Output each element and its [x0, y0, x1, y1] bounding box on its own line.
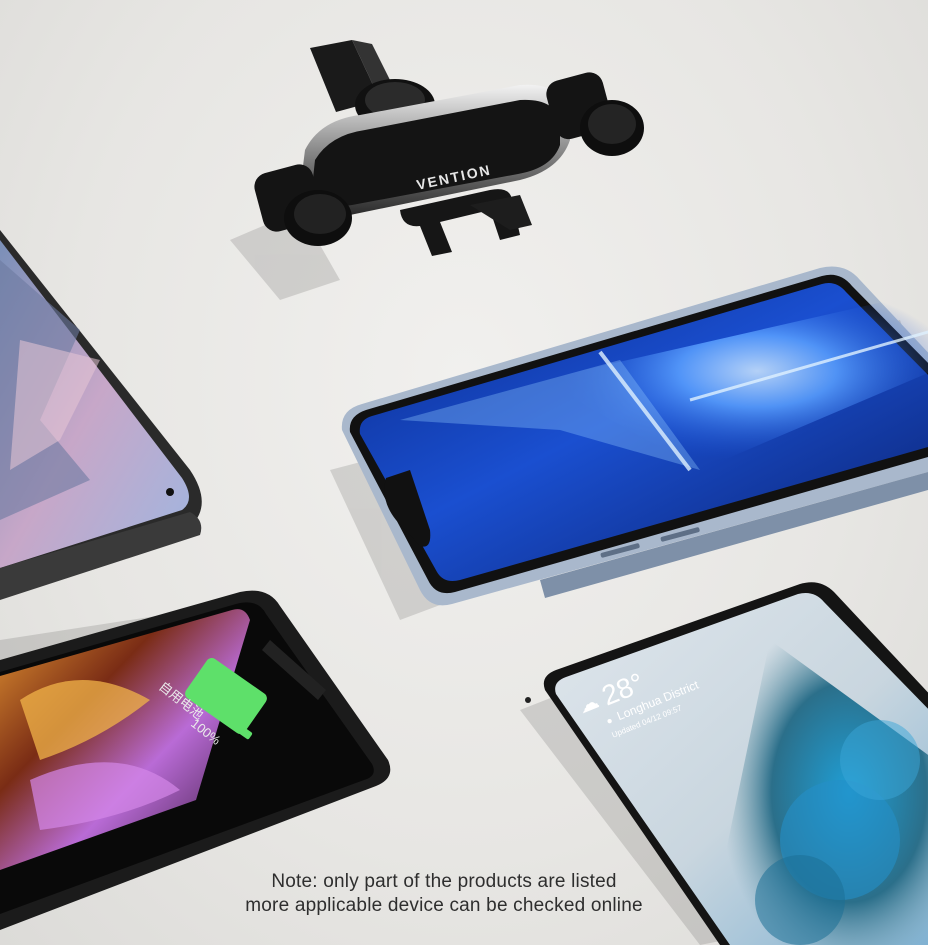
car-mount-holder: VENTION: [254, 40, 644, 256]
top-right-phone: [341, 266, 928, 606]
front-camera-icon: [166, 488, 174, 496]
product-photo: VENTION 自用电池 100% ☁ 28° ● Longhua Distri…: [0, 0, 928, 945]
left-phone: [0, 230, 202, 600]
note-line-1: Note: only part of the products are list…: [271, 871, 617, 892]
front-camera-icon: [525, 697, 531, 703]
note-line-2: more applicable device can be checked on…: [245, 895, 643, 916]
scene: VENTION 自用电池 100% ☁ 28° ● Longhua Distri…: [0, 40, 928, 945]
